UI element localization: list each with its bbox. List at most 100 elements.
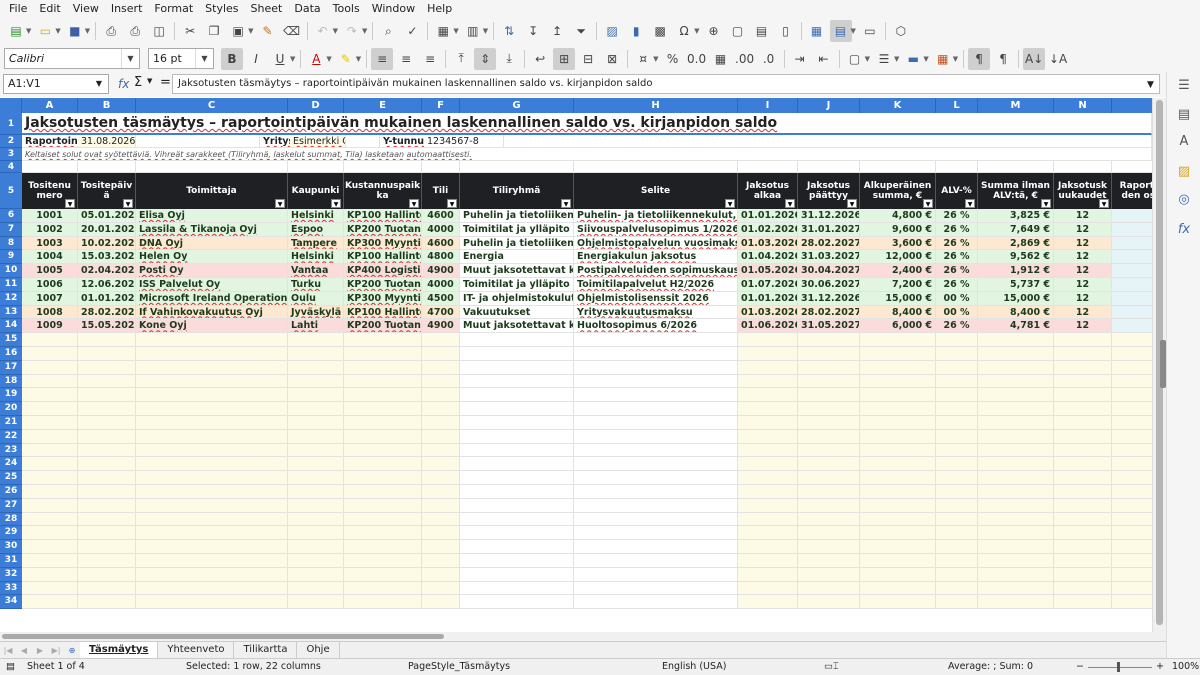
data-cell-desc[interactable]: Yritysvakuutusmaksu xyxy=(574,305,738,320)
empty-cell[interactable] xyxy=(288,443,344,458)
empty-cell[interactable] xyxy=(344,360,422,375)
special-character-icon[interactable]: Ω xyxy=(673,20,695,42)
add-decimal-icon[interactable]: .00 xyxy=(734,48,756,70)
empty-cell[interactable] xyxy=(136,402,288,416)
empty-cell[interactable] xyxy=(346,135,380,148)
empty-cell[interactable] xyxy=(860,443,936,458)
sort-descending-icon[interactable]: ↥ xyxy=(546,20,568,42)
menu-edit[interactable]: Edit xyxy=(33,0,66,17)
empty-cell[interactable] xyxy=(936,374,978,389)
data-cell-group[interactable]: Puhelin ja tietoliikenne xyxy=(460,236,574,251)
data-cell-desc[interactable]: Huoltosopimus 6/2026 xyxy=(574,319,738,334)
empty-cell[interactable] xyxy=(78,554,136,568)
data-cell-months[interactable]: 12 xyxy=(1054,236,1112,251)
data-cell-start[interactable]: 01.01.2026 xyxy=(738,291,798,306)
empty-cell[interactable] xyxy=(1112,429,1152,444)
empty-cell[interactable] xyxy=(22,485,78,499)
empty-cell[interactable] xyxy=(978,374,1054,389)
row-header[interactable]: 26 xyxy=(0,485,22,499)
empty-cell[interactable] xyxy=(422,485,460,499)
data-cell-net[interactable]: 8,400 € xyxy=(978,305,1054,320)
empty-cell[interactable] xyxy=(1054,457,1112,472)
data-cell-start[interactable]: 01.01.2026 xyxy=(738,209,798,223)
empty-cell[interactable] xyxy=(78,402,136,416)
data-cell-amount[interactable]: 4,800 € xyxy=(860,209,936,223)
row-header[interactable]: 5 xyxy=(0,173,22,209)
data-cell-city[interactable]: Espoo xyxy=(288,222,344,237)
row-header[interactable]: 27 xyxy=(0,498,22,513)
data-cell-start[interactable]: 01.03.2026 xyxy=(738,305,798,320)
empty-cell[interactable] xyxy=(422,416,460,430)
filter-dropdown-icon[interactable]: ▼ xyxy=(785,199,795,208)
define-print-area-icon[interactable]: ▯ xyxy=(775,20,797,42)
data-cell-vat[interactable]: 26 % xyxy=(936,264,978,278)
empty-cell[interactable] xyxy=(1112,222,1152,237)
empty-cell[interactable] xyxy=(860,526,936,541)
data-cell-desc[interactable]: Energiakulun jaksotus xyxy=(574,250,738,265)
data-cell-city[interactable]: Helsinki xyxy=(288,250,344,265)
empty-cell[interactable] xyxy=(798,498,860,513)
data-cell-num[interactable]: 1004 xyxy=(22,250,78,265)
empty-cell[interactable] xyxy=(460,443,574,458)
prev-sheet-icon[interactable]: ◀ xyxy=(16,646,32,655)
data-cell-cc[interactable]: KP100 Hallinto xyxy=(344,305,422,320)
empty-cell[interactable] xyxy=(344,512,422,527)
row-header[interactable]: 8 xyxy=(0,236,22,251)
data-cell-num[interactable]: 1009 xyxy=(22,319,78,334)
data-cell-city[interactable]: Lahti xyxy=(288,319,344,334)
empty-cell[interactable] xyxy=(344,526,422,541)
row-header[interactable]: 15 xyxy=(0,333,22,347)
data-cell-city[interactable]: Turku xyxy=(288,278,344,292)
data-cell-cc[interactable]: KP200 Tuotanto xyxy=(344,222,422,237)
row-header[interactable]: 33 xyxy=(0,581,22,596)
empty-cell[interactable] xyxy=(738,471,798,485)
row-header[interactable]: 23 xyxy=(0,443,22,458)
empty-cell[interactable] xyxy=(344,161,422,173)
shapes-icon[interactable]: ⬡ xyxy=(890,20,912,42)
empty-cell[interactable] xyxy=(78,581,136,596)
data-cell-date[interactable]: 10.02.2026 xyxy=(78,236,136,251)
data-cell-months[interactable]: 12 xyxy=(1054,278,1112,292)
sheet-tab-2[interactable]: Yhteenveto xyxy=(158,642,235,658)
empty-cell[interactable] xyxy=(574,333,738,347)
empty-cell[interactable] xyxy=(978,457,1054,472)
empty-cell[interactable] xyxy=(936,581,978,596)
empty-cell[interactable] xyxy=(136,374,288,389)
selection-mode-icon[interactable]: ▭⌶ xyxy=(824,659,839,675)
align-left-icon[interactable]: ≡ xyxy=(371,47,394,70)
empty-cell[interactable] xyxy=(460,429,574,444)
column-label-header[interactable]: Tili ▼ xyxy=(422,173,460,209)
data-cell-num[interactable]: 1008 xyxy=(22,305,78,320)
empty-cell[interactable] xyxy=(460,485,574,499)
row-header[interactable]: 7 xyxy=(0,222,22,237)
menu-sheet[interactable]: Sheet xyxy=(245,0,289,17)
functions-icon[interactable]: fx xyxy=(1175,222,1193,240)
data-cell-start[interactable]: 01.03.2026 xyxy=(738,236,798,251)
empty-cell[interactable] xyxy=(422,388,460,403)
decrease-indent-icon[interactable]: ⇤ xyxy=(813,48,835,70)
empty-cell[interactable] xyxy=(978,498,1054,513)
empty-cell[interactable] xyxy=(798,567,860,582)
empty-cell[interactable] xyxy=(136,595,288,610)
data-cell-end[interactable]: 30.06.2027 xyxy=(798,278,860,292)
empty-cell[interactable] xyxy=(860,388,936,403)
empty-cell[interactable] xyxy=(1112,443,1152,458)
empty-cell[interactable] xyxy=(288,347,344,361)
empty-cell[interactable] xyxy=(460,581,574,596)
empty-cell[interactable] xyxy=(22,498,78,513)
column-label-header[interactable]: Alkuperäinen summa, € ▼ xyxy=(860,173,936,209)
data-cell-months[interactable]: 12 xyxy=(1054,291,1112,306)
column-label-header[interactable]: ALV-% ▼ xyxy=(936,173,978,209)
menu-help[interactable]: Help xyxy=(421,0,458,17)
empty-cell[interactable] xyxy=(22,388,78,403)
data-cell-net[interactable]: 3,825 € xyxy=(978,209,1054,223)
row-header[interactable]: 32 xyxy=(0,567,22,582)
data-cell-supplier[interactable]: Helen Oy xyxy=(136,250,288,265)
empty-cell[interactable] xyxy=(422,429,460,444)
column-label-header[interactable]: Tiliryhmä ▼ xyxy=(460,173,574,209)
empty-cell[interactable] xyxy=(22,540,78,554)
empty-cell[interactable] xyxy=(1112,250,1152,265)
empty-cell[interactable] xyxy=(978,443,1054,458)
empty-cell[interactable] xyxy=(288,374,344,389)
data-cell-vat[interactable]: 26 % xyxy=(936,222,978,237)
